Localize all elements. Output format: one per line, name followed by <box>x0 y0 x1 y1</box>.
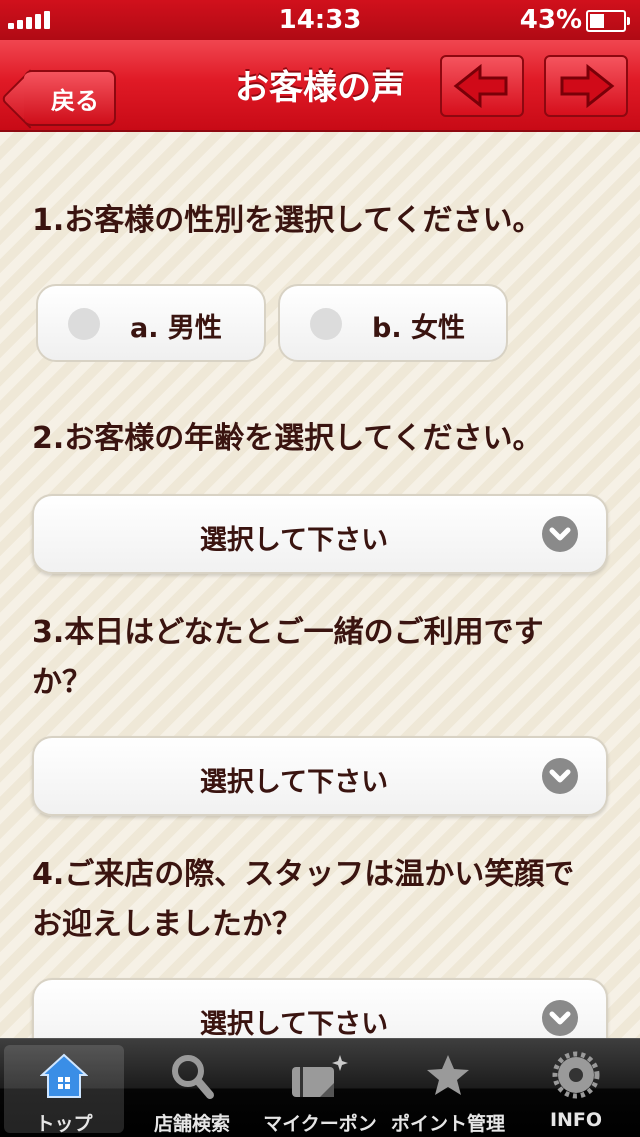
select-value: 選択して下さい <box>199 1009 389 1038</box>
age-select[interactable]: 選択して下さい <box>32 494 608 574</box>
nav-bar: 戻る お客様の声 <box>0 40 640 132</box>
search-icon <box>172 1055 214 1099</box>
tab-bar: トップ 店舗検索 マイクーポン ポイント管理 INFO <box>0 1038 640 1137</box>
question-3-text: 3.本日はどなたとご一緒のご利用です か？ <box>32 608 612 708</box>
battery-percent: 43% <box>519 5 582 35</box>
tab-info[interactable]: INFO <box>516 1045 636 1133</box>
radio-circle-icon <box>68 308 100 340</box>
select-value: 選択して下さい <box>199 767 389 798</box>
survey-form[interactable]: 1.お客様の性別を選択してください。 a. 男性 b. 女性 2.お客様の年齢を… <box>0 132 640 1038</box>
gear-icon <box>552 1051 600 1099</box>
radio-option-label: b. 女性 <box>372 313 465 344</box>
radio-option-female[interactable]: b. 女性 <box>278 284 508 362</box>
back-button-body[interactable]: 戻る <box>24 70 116 126</box>
coupon-icon <box>292 1055 348 1097</box>
tab-top[interactable]: トップ <box>4 1045 124 1135</box>
question-2-text: 2.お客様の年齢を選択してください。 <box>32 421 543 456</box>
arrow-right-icon <box>560 63 615 109</box>
chevron-down-icon <box>542 516 578 552</box>
question-4-line2: お迎えしましたか？ <box>32 907 302 942</box>
star-icon <box>427 1055 469 1095</box>
companion-select[interactable]: 選択して下さい <box>32 736 608 816</box>
status-bar: 14:33 43% <box>0 0 640 40</box>
back-button-label: 戻る <box>51 86 99 115</box>
prev-button[interactable] <box>440 55 524 117</box>
chevron-down-icon <box>542 1000 578 1036</box>
tab-my-coupon[interactable]: マイクーポン <box>260 1045 380 1135</box>
question-1-text: 1.お客様の性別を選択してください。 <box>32 203 543 238</box>
chevron-down-icon <box>542 758 578 794</box>
battery-level <box>590 14 604 28</box>
tab-label: ポイント管理 <box>390 1113 505 1135</box>
tab-label: マイクーポン <box>263 1113 377 1135</box>
question-4-text: 4.ご来店の際、スタッフは温かい笑顔で お迎えしましたか？ <box>32 850 612 950</box>
question-4-line1: 4.ご来店の際、スタッフは温かい笑顔で <box>32 857 575 892</box>
smile-select[interactable]: 選択して下さい <box>32 978 608 1038</box>
tab-label: INFO <box>549 1109 603 1131</box>
radio-option-label: a. 男性 <box>130 313 222 344</box>
tab-store-search[interactable]: 店舗検索 <box>132 1045 252 1135</box>
tab-label: トップ <box>35 1113 93 1135</box>
arrow-left-icon <box>453 63 508 109</box>
tab-label: 店舗検索 <box>153 1113 230 1135</box>
radio-circle-icon <box>310 308 342 340</box>
tab-point-management[interactable]: ポイント管理 <box>388 1045 508 1135</box>
radio-option-male[interactable]: a. 男性 <box>36 284 266 362</box>
battery-icon <box>586 10 630 32</box>
home-icon <box>40 1053 88 1098</box>
question-3-line2: か？ <box>32 665 92 700</box>
question-3-line1: 3.本日はどなたとご一緒のご利用です <box>32 615 544 650</box>
select-value: 選択して下さい <box>199 525 389 556</box>
back-button[interactable]: 戻る <box>12 55 116 126</box>
next-button[interactable] <box>544 55 628 117</box>
